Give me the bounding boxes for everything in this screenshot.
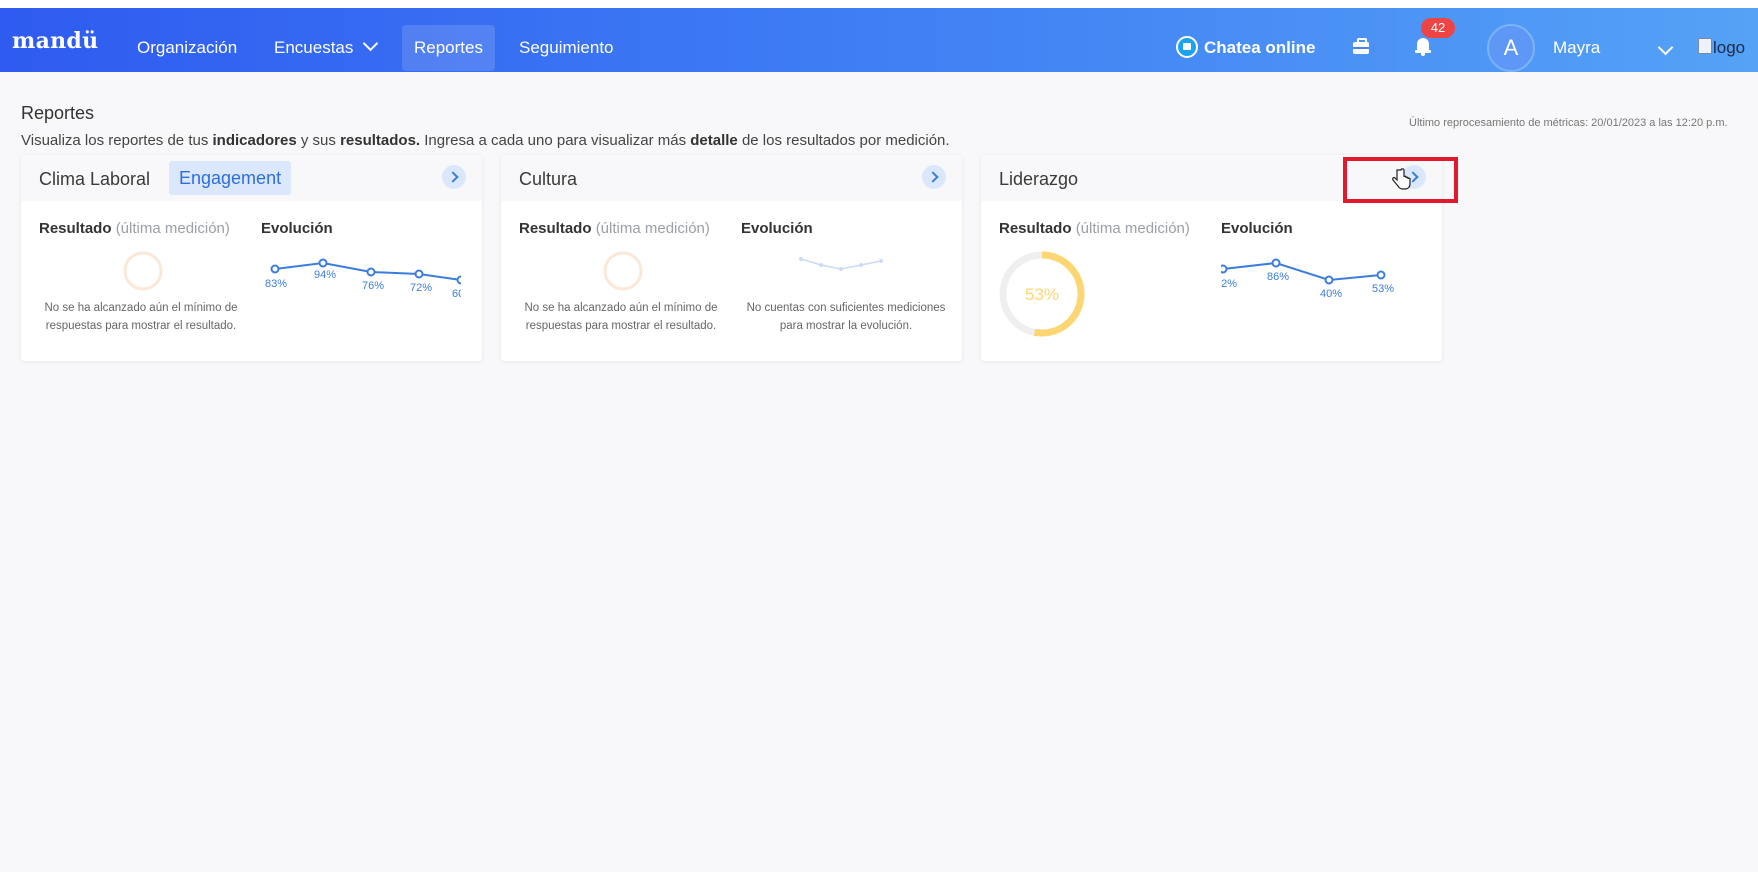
evolution-label: Evolución	[1221, 220, 1293, 237]
result-value: 53%	[1025, 285, 1059, 304]
chat-icon	[1176, 35, 1198, 58]
card-title[interactable]: Liderazgo	[999, 169, 1078, 190]
evolution-value-label: 83%	[265, 278, 287, 290]
evolution-point	[1376, 270, 1386, 280]
notification-badge: 42	[1421, 18, 1455, 38]
evolution-point	[1271, 258, 1281, 268]
top-navbar: mandü Organización Encuestas Reportes Se…	[0, 8, 1758, 72]
user-menu-chevron-icon[interactable]	[1657, 39, 1674, 56]
evolution-point	[318, 258, 328, 268]
nav-item-encuestas-label: Encuestas	[274, 38, 354, 57]
evolution-value-label: 86%	[1267, 271, 1289, 283]
open-report-arrow-button[interactable]	[442, 165, 466, 189]
reprocess-note: Último reprocesamiento de métricas: 20/0…	[1409, 117, 1728, 129]
card-header: Cultura	[501, 155, 962, 201]
result-gauge: 53%	[999, 251, 1085, 337]
evolution-point	[270, 264, 280, 274]
no-evolution-message: No cuentas con suficientes mediciones par…	[746, 302, 946, 332]
evolution-value-label: 72%	[410, 282, 432, 294]
evolution-chart-clima: 83% 94% 76% 72% 60%	[265, 258, 461, 300]
card-title[interactable]: Clima Laboral	[39, 169, 150, 190]
nav-item-seguimiento[interactable]: Seguimiento	[507, 25, 626, 71]
user-name[interactable]: Mayra	[1553, 38, 1600, 58]
avatar[interactable]: A	[1487, 24, 1535, 72]
chevron-down-icon	[363, 35, 379, 52]
nav-item-reportes[interactable]: Reportes	[402, 25, 495, 71]
result-label: Resultado (última medición)	[999, 220, 1190, 237]
evolution-point	[456, 275, 461, 285]
evolution-value-label: 53%	[1372, 283, 1394, 295]
evolution-chart-liderazgo: 72% 86% 40% 53%	[1221, 258, 1394, 300]
result-label: Resultado (última medición)	[39, 220, 230, 237]
page-title: Reportes	[21, 103, 95, 123]
result-label: Resultado (última medición)	[519, 220, 710, 237]
tab-engagement[interactable]: Engagement	[169, 161, 292, 195]
bell-icon[interactable]	[1415, 38, 1431, 56]
empty-result-ring	[603, 251, 643, 291]
page-subtitle: Visualiza los reportes de tus indicadore…	[21, 132, 950, 149]
brand-logo[interactable]: mandü	[12, 28, 98, 54]
no-result-message: No se ha alcanzado aún el mínimo de respu…	[524, 302, 718, 332]
card-header: Clima Laboral Engagement	[21, 155, 482, 201]
no-result-message: No se ha alcanzado aún el mínimo de respu…	[44, 302, 238, 332]
evolution-point	[366, 267, 376, 277]
nav-item-organizacion[interactable]: Organización	[125, 25, 249, 71]
evolution-value-label: 76%	[362, 280, 384, 292]
chat-online-label: Chatea online	[1204, 38, 1316, 57]
report-card-cultura[interactable]: Cultura Resultado (última medición) Evol…	[501, 155, 962, 361]
briefcase-icon[interactable]	[1353, 38, 1369, 54]
broken-logo-image: logo	[1698, 38, 1745, 58]
report-card-clima-laboral[interactable]: Clima Laboral Engagement Resultado (últi…	[21, 155, 482, 361]
evolution-value-label: 40%	[1320, 288, 1342, 300]
evolution-label: Evolución	[261, 220, 333, 237]
card-title[interactable]: Cultura	[519, 169, 577, 190]
empty-result-ring	[123, 251, 163, 291]
evolution-value-label: 72%	[1221, 278, 1237, 290]
open-report-arrow-button[interactable]	[922, 165, 946, 189]
evolution-point	[1221, 264, 1228, 274]
chat-online-button[interactable]: Chatea online	[1176, 34, 1315, 62]
placeholder-evolution-chart	[799, 257, 883, 271]
evolution-point	[414, 269, 424, 279]
evolution-point	[1324, 275, 1334, 285]
evolution-value-label: 94%	[314, 269, 336, 281]
hand-cursor-icon	[1392, 168, 1411, 190]
evolution-label: Evolución	[741, 220, 813, 237]
evolution-value-label: 60%	[452, 288, 461, 300]
nav-item-encuestas[interactable]: Encuestas	[262, 25, 388, 71]
